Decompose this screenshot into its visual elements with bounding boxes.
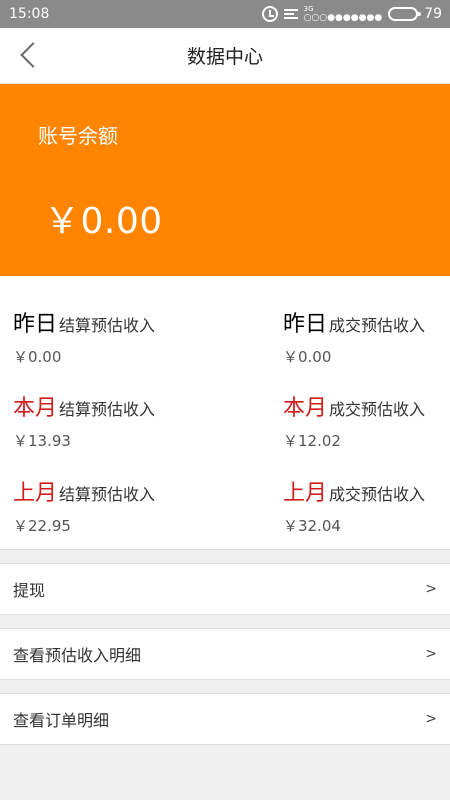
stat-metric: 成交预估收入 [329,485,426,504]
balance-card: 账号余额 ￥0.00 [0,84,450,276]
balance-label: 账号余额 [38,124,118,148]
row-label: 查看预估收入明细 [13,646,142,665]
stat-lastmonth-settled: 上月 结算预估收入 ￥22.95 [13,475,155,536]
income-detail-row[interactable]: 查看预估收入明细 > [0,628,450,680]
row-label: 提现 [13,581,46,600]
stat-lastmonth-deal: 上月 成交预估收入 ￥32.04 [283,475,425,536]
chevron-right-icon: > [425,646,437,662]
battery-icon [388,7,422,21]
stat-period: 本月 [283,396,328,421]
withdraw-row[interactable]: 提现 > [0,563,450,615]
page-title: 数据中心 [186,46,263,68]
stat-value: ￥13.93 [13,432,71,450]
stat-value: ￥0.00 [283,348,332,366]
status-time: 15:08 [9,6,50,22]
network-type: 3G [303,4,314,13]
stat-period: 上月 [13,481,58,506]
stat-period: 上月 [283,481,328,506]
order-detail-row[interactable]: 查看订单明细 > [0,693,450,745]
nav-bar: 数据中心 [0,28,450,84]
stat-period: 昨日 [13,312,58,337]
status-icons: 3G ○○○●●●●●●● 79 [261,4,442,23]
chevron-right-icon: > [425,711,437,727]
stat-metric: 成交预估收入 [329,400,426,419]
signal-icon: 3G ○○○●●●●●●● [303,4,383,23]
chevron-right-icon: > [425,581,437,597]
alarm-icon [261,6,278,22]
battery-level: 79 [424,6,442,22]
signal-dots: ○○○●●●●●●● [303,12,383,23]
stat-metric: 结算预估收入 [59,485,156,504]
stat-metric: 结算预估收入 [59,316,156,335]
stat-month-settled: 本月 结算预估收入 ￥13.93 [13,390,155,451]
balance-amount: ￥0.00 [44,201,163,242]
stat-metric: 成交预估收入 [329,316,426,335]
stat-value: ￥0.00 [13,348,62,366]
stat-yesterday-settled: 昨日 结算预估收入 ￥0.00 [13,306,155,367]
stat-value: ￥12.02 [283,432,341,450]
stats-panel: 昨日 结算预估收入 ￥0.00 昨日 成交预估收入 ￥0.00 本月 结算预估收入 ￥… [0,276,450,550]
stat-yesterday-deal: 昨日 成交预估收入 ￥0.00 [283,306,425,367]
notification-icon [283,9,298,19]
stat-value: ￥32.04 [283,517,341,535]
back-icon[interactable] [14,40,44,72]
stat-metric: 结算预估收入 [59,400,156,419]
row-label: 查看订单明细 [13,711,110,730]
stat-period: 昨日 [283,312,328,337]
stat-period: 本月 [13,396,58,421]
status-bar: 15:08 3G ○○○●●●●●●● 79 [0,0,450,28]
stat-month-deal: 本月 成交预估收入 ￥12.02 [283,390,425,451]
stat-value: ￥22.95 [13,517,71,535]
